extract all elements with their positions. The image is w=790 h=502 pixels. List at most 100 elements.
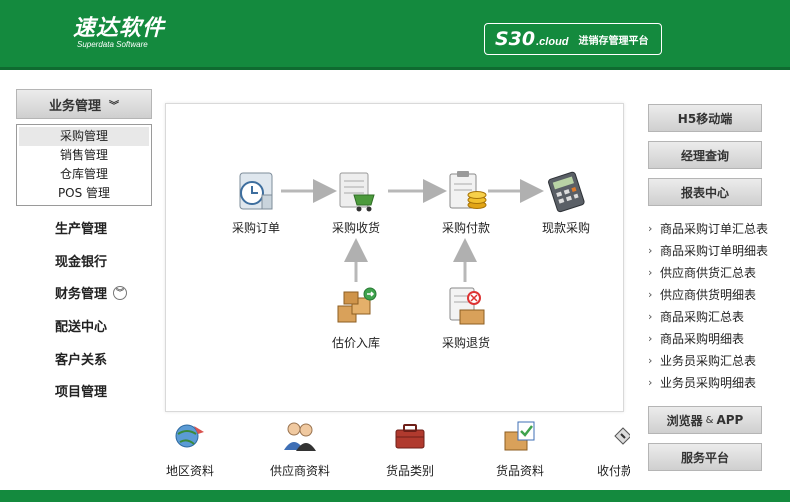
chevron-right-icon: › xyxy=(648,310,653,323)
toolbox-icon xyxy=(395,424,425,449)
bottom-item-label: 地区资料 xyxy=(165,464,214,478)
ampersand-text: & xyxy=(705,414,714,426)
report-link[interactable]: › 业务员采购明细表 xyxy=(648,372,790,394)
service-platform-label: 服务平台 xyxy=(680,450,729,465)
report-link[interactable]: › 供应商供货汇总表 xyxy=(648,262,790,284)
chevron-right-icon: › xyxy=(648,376,653,389)
workflow-panel: 采购订单 采购收货 采购付款 现款采购 估价入库 采购退货 xyxy=(165,103,624,412)
right-sidebar: H5移动端 经理查询 报表中心 › 商品采购订单汇总表 › 商品采购订单明细表 › 供… xyxy=(636,70,790,490)
report-link-label: 商品采购明细表 xyxy=(660,332,745,346)
bottom-item-label: 供应商资料 xyxy=(269,464,330,478)
report-link[interactable]: › 业务员采购汇总表 xyxy=(648,350,790,372)
report-list: › 商品采购订单汇总表 › 商品采购订单明细表 › 供应商供货汇总表 › 供应商供货明细… xyxy=(648,218,790,394)
product-suffix: .cloud xyxy=(536,36,569,48)
clipboard-coins-icon xyxy=(449,171,487,209)
calculator-icon xyxy=(548,171,585,213)
business-submenu: 采购管理 销售管理 仓库管理 POS 管理 xyxy=(16,124,152,206)
box-check-icon xyxy=(504,421,535,451)
footer-bar xyxy=(0,490,790,502)
bottom-item-supplier[interactable]: 供应商资料 xyxy=(260,418,340,479)
nav-item-label: 财务管理 xyxy=(55,287,108,302)
nav-item-cash-bank[interactable]: 现金银行 xyxy=(55,251,107,270)
report-link-label: 业务员采购汇总表 xyxy=(660,354,757,368)
nav-item-label: 生产管理 xyxy=(55,222,108,237)
app-header: 速达软件 Superdata Software S30 .cloud 进销存管理… xyxy=(0,0,790,70)
chevron-right-icon: › xyxy=(648,288,653,301)
report-link-label: 供应商供货明细表 xyxy=(660,288,757,302)
report-link[interactable]: › 供应商供货明细表 xyxy=(648,284,790,306)
chevron-right-icon: › xyxy=(648,244,653,257)
business-management-label: 业务管理 xyxy=(48,98,101,114)
chevron-right-icon: › xyxy=(648,266,653,279)
flow-node-label: 采购订单 xyxy=(231,221,280,235)
left-sidebar: 业务管理 ︾ 采购管理 销售管理 仓库管理 POS 管理 生产管理 现金银行 财… xyxy=(0,70,160,490)
workflow-connectors xyxy=(281,179,544,282)
report-link[interactable]: › 商品采购明细表 xyxy=(648,328,790,350)
boxes-arrow-icon xyxy=(337,287,377,323)
basic-data-strip: 地区资料 供应商资料 货品类别 货品资料 收付款 xyxy=(150,418,630,490)
flow-node-estimate-stock-in[interactable]: 估价入库 xyxy=(311,284,401,351)
product-tagline: 进销存管理平台 xyxy=(578,35,649,47)
logo-chinese-text: 速达软件 xyxy=(73,15,166,41)
service-platform-button[interactable]: 服务平台 xyxy=(648,443,762,471)
nav-item-finance[interactable]: 财务管理 ︾ xyxy=(55,283,128,302)
nav-item-customer-relations[interactable]: 客户关系 xyxy=(55,349,107,368)
browser-app-button[interactable]: 浏览器 & APP xyxy=(648,406,762,434)
bottom-item-label: 货品类别 xyxy=(385,464,434,478)
report-link-label: 商品采购汇总表 xyxy=(660,310,745,324)
submenu-item-pos[interactable]: POS 管理 xyxy=(19,184,149,203)
flow-node-purchase-order[interactable]: 采购订单 xyxy=(211,169,301,236)
bottom-item-label: 货品资料 xyxy=(495,464,544,478)
bottom-item-goods-info[interactable]: 货品资料 xyxy=(480,418,560,479)
chevron-right-icon: › xyxy=(648,354,653,367)
nav-item-distribution[interactable]: 配送中心 xyxy=(55,316,107,335)
flow-node-label: 采购收货 xyxy=(331,221,380,235)
bottom-item-label: 收付款 xyxy=(596,464,630,478)
app-label: APP xyxy=(716,413,744,427)
flow-node-label: 采购付款 xyxy=(441,221,490,235)
report-center-label: 报表中心 xyxy=(680,185,729,200)
expand-circle-icon[interactable]: ︾ xyxy=(113,285,128,300)
report-link-label: 商品采购订单汇总表 xyxy=(660,222,769,236)
flow-node-cash-purchase[interactable]: 现款采购 xyxy=(521,169,611,236)
flow-node-purchase-receive[interactable]: 采购收货 xyxy=(311,169,401,236)
bottom-item-payments[interactable]: 收付款 xyxy=(575,418,630,479)
submenu-item-warehouse[interactable]: 仓库管理 xyxy=(19,165,149,184)
browser-label: 浏览器 xyxy=(666,413,703,428)
report-center-button[interactable]: 报表中心 xyxy=(648,178,762,206)
bottom-item-region[interactable]: 地区资料 xyxy=(150,418,230,479)
business-management-button[interactable]: 业务管理 ︾ xyxy=(16,89,152,119)
report-link-label: 业务员采购明细表 xyxy=(660,376,757,390)
flow-node-label: 估价入库 xyxy=(331,336,380,350)
chevron-down-icon: ︾ xyxy=(109,100,119,112)
nav-item-label: 现金银行 xyxy=(55,255,108,270)
bottom-item-goods-category[interactable]: 货品类别 xyxy=(370,418,450,479)
flow-node-purchase-return[interactable]: 采购退货 xyxy=(421,284,511,351)
chevron-right-icon: › xyxy=(648,332,653,345)
shopping-cart-icon xyxy=(339,172,375,212)
flow-node-label: 采购退货 xyxy=(441,336,490,350)
chevron-right-icon: › xyxy=(648,222,653,235)
h5-mobile-button[interactable]: H5移动端 xyxy=(648,104,762,132)
flow-node-purchase-payment[interactable]: 采购付款 xyxy=(421,169,511,236)
flow-node-label: 现款采购 xyxy=(541,221,590,235)
nav-item-production[interactable]: 生产管理 xyxy=(55,218,107,237)
report-link[interactable]: › 商品采购订单汇总表 xyxy=(648,218,790,240)
product-name: S30 xyxy=(495,28,536,50)
manager-query-label: 经理查询 xyxy=(680,148,729,163)
report-link[interactable]: › 商品采购汇总表 xyxy=(648,306,790,328)
submenu-item-sales[interactable]: 销售管理 xyxy=(19,146,149,165)
nav-item-projects[interactable]: 项目管理 xyxy=(55,381,107,400)
submenu-item-purchase[interactable]: 采购管理 xyxy=(19,127,149,146)
nav-item-label: 客户关系 xyxy=(55,353,108,368)
clock-document-icon xyxy=(239,172,273,210)
globe-arrow-icon xyxy=(175,424,204,448)
report-link-label: 商品采购订单明细表 xyxy=(660,244,769,258)
report-link-label: 供应商供货汇总表 xyxy=(660,266,757,280)
manager-query-button[interactable]: 经理查询 xyxy=(648,141,762,169)
h5-mobile-label: H5移动端 xyxy=(677,111,733,126)
return-document-icon xyxy=(449,287,485,325)
report-link[interactable]: › 商品采购订单明细表 xyxy=(648,240,790,262)
brand-logo[interactable]: 速达软件 Superdata Software xyxy=(73,16,165,50)
nav-item-label: 项目管理 xyxy=(55,385,108,400)
